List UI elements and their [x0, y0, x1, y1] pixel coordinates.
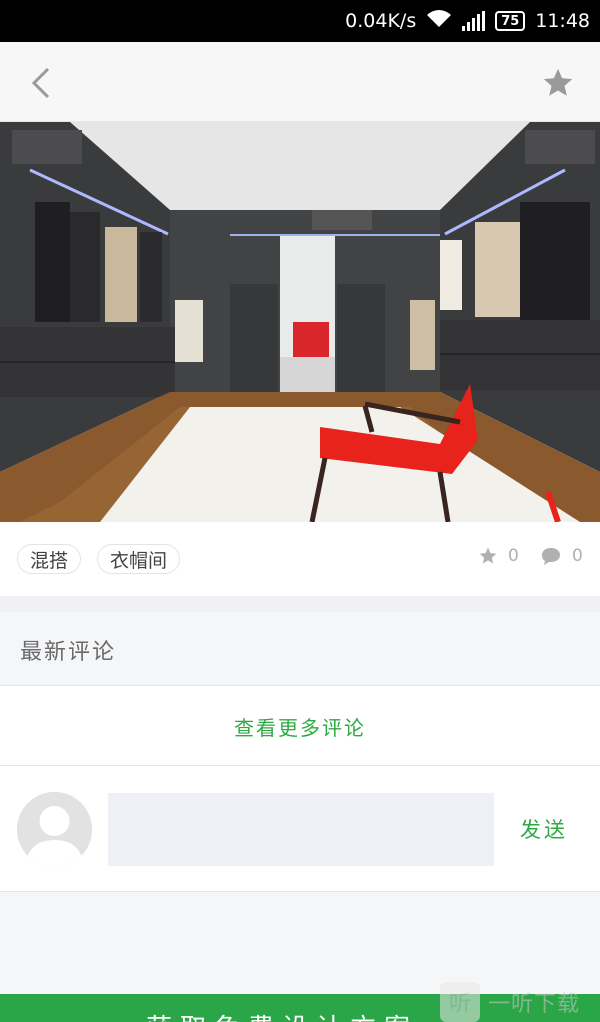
comments-stat[interactable]: 0	[540, 546, 583, 566]
tag-chip[interactable]: 混搭	[17, 544, 82, 574]
wifi-icon	[426, 9, 452, 34]
favorites-count: 0	[508, 546, 519, 566]
tags-row: 混搭 衣帽间 0 0	[0, 522, 600, 596]
send-button[interactable]: 发送	[520, 814, 568, 844]
clock: 11:48	[535, 10, 590, 32]
view-more-label: 查看更多评论	[234, 716, 366, 740]
hero-photo[interactable]	[0, 122, 600, 522]
section-divider	[0, 596, 600, 612]
comments-count: 0	[572, 546, 583, 566]
watermark-text: 一听下载	[488, 992, 581, 1017]
comment-composer: 发送	[0, 766, 600, 892]
comment-input[interactable]	[108, 793, 494, 866]
signal-icon	[462, 11, 486, 31]
chevron-left-icon	[31, 67, 50, 99]
chat-bubble-icon	[542, 548, 560, 565]
comments-header: 最新评论	[0, 612, 600, 686]
cta-label: 获取免费设计方案	[146, 1008, 418, 1022]
network-speed: 0.04K/s	[345, 10, 417, 32]
status-right: 0.04K/s 75 11:48	[345, 0, 590, 42]
status-bar: 0.04K/s 75 11:48	[0, 0, 600, 42]
tag-chip[interactable]: 衣帽间	[97, 544, 181, 574]
watermark-logo-icon: 听	[440, 982, 480, 1022]
star-icon	[543, 68, 573, 96]
star-icon	[479, 547, 497, 564]
back-button[interactable]	[22, 64, 60, 102]
view-more-comments-link[interactable]: 查看更多评论	[0, 686, 600, 766]
watermark: 听 一听下载	[440, 982, 598, 1022]
walk-in-closet-photo	[0, 122, 600, 522]
favorites-stat[interactable]: 0	[478, 546, 519, 566]
default-avatar-icon	[17, 792, 92, 867]
top-nav-bar	[0, 42, 600, 122]
battery-indicator: 75	[495, 11, 526, 31]
favorite-button[interactable]	[538, 64, 578, 102]
comments-title: 最新评论	[20, 640, 117, 665]
avatar	[17, 792, 92, 867]
